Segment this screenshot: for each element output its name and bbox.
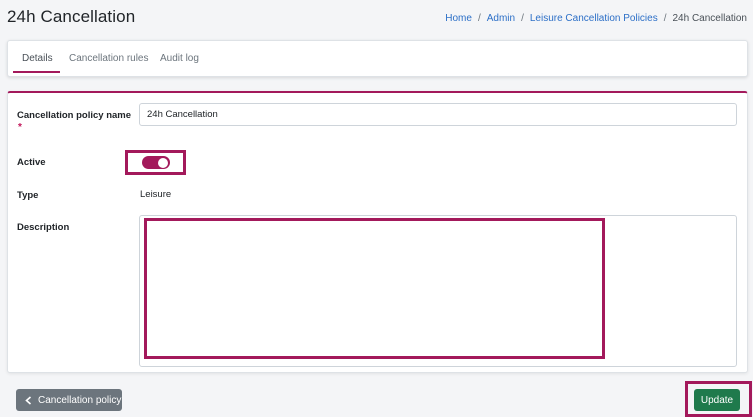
active-label: Active: [17, 157, 46, 168]
breadcrumb: Home / Admin / Leisure Cancellation Poli…: [445, 13, 747, 24]
tabs-card: Details Cancellation rules Audit log: [7, 40, 748, 77]
breadcrumb-separator: /: [477, 13, 481, 24]
active-toggle-highlight: [125, 150, 186, 175]
policy-name-input[interactable]: 24h Cancellation: [139, 103, 737, 126]
breadcrumb-separator: /: [521, 13, 524, 24]
details-form-card: Cancellation policy name * 24h Cancellat…: [7, 91, 748, 373]
required-marker: *: [18, 122, 22, 133]
tab-cancellation-rules[interactable]: Cancellation rules: [69, 53, 149, 64]
breadcrumb-home[interactable]: Home: [445, 13, 472, 24]
back-to-cancellation-policy-button[interactable]: Cancellation policy: [16, 389, 122, 411]
chevron-left-icon: [25, 395, 32, 405]
update-button[interactable]: Update: [694, 389, 740, 411]
active-toggle[interactable]: [142, 156, 170, 169]
description-label: Description: [17, 222, 70, 233]
tab-audit-log[interactable]: Audit log: [160, 53, 199, 64]
page-title: 24h Cancellation: [7, 7, 136, 26]
breadcrumb-current: 24h Cancellation: [672, 13, 748, 24]
type-value: Leisure: [140, 189, 172, 200]
tab-details[interactable]: Details: [22, 53, 53, 64]
description-textarea[interactable]: [139, 215, 737, 367]
back-button-label: Cancellation policy: [38, 394, 122, 406]
type-label: Type: [17, 190, 39, 201]
active-tab-indicator: [13, 71, 60, 73]
breadcrumb-leisure-cancellation-policies[interactable]: Leisure Cancellation Policies: [530, 13, 658, 24]
toggle-knob: [158, 157, 168, 168]
policy-name-label: Cancellation policy name: [17, 110, 132, 121]
breadcrumb-separator: /: [663, 13, 667, 24]
breadcrumb-admin[interactable]: Admin: [487, 13, 515, 24]
update-button-highlight: Update: [685, 381, 752, 417]
